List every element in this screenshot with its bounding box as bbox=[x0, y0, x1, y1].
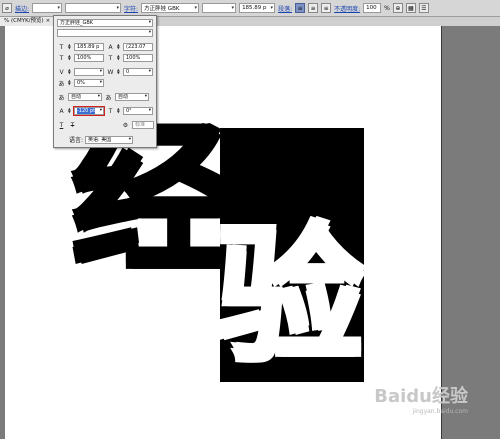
font-size-text: 185.89 p bbox=[242, 5, 267, 11]
disabled-field: 标准 bbox=[132, 121, 154, 129]
opacity-label[interactable]: 不透明度: bbox=[334, 4, 360, 13]
vertical-scale-text: 100% bbox=[77, 55, 92, 61]
tracking-icon: W bbox=[107, 68, 114, 76]
language-field[interactable]: 英语: 美国 ▾ bbox=[85, 135, 134, 144]
kerning-spinner[interactable]: ▲ ▼ bbox=[68, 68, 72, 75]
brush-field[interactable]: ▾ bbox=[65, 3, 122, 13]
aki-right-field[interactable]: 自动 ▾ bbox=[115, 93, 149, 101]
watermark: Baidu经验 jingyan.baidu.com bbox=[374, 382, 468, 415]
percent-sign: % bbox=[384, 4, 390, 12]
text-char-yan[interactable]: 验 bbox=[216, 222, 364, 370]
leading-text: (223.07 bbox=[126, 44, 146, 50]
opacity-field[interactable]: 100 bbox=[363, 3, 382, 13]
language-text: 英语: 美国 bbox=[88, 136, 112, 143]
panel-font-family-text: 方正胖娃_GBK bbox=[60, 20, 94, 26]
tracking-spinner[interactable]: ▲ ▼ bbox=[117, 68, 121, 75]
tsume-icon: あ bbox=[58, 80, 65, 88]
panel-font-size-field[interactable]: 185.89 p bbox=[74, 43, 104, 51]
rotation-icon: T bbox=[108, 107, 113, 115]
kerning-icon: V bbox=[59, 68, 64, 76]
vertical-scale-icon: T bbox=[59, 54, 64, 62]
font-name-text: 方正胖娃 GBK bbox=[144, 6, 180, 12]
kerning-field[interactable]: ▾ bbox=[74, 68, 104, 76]
character-panel: 方正胖娃_GBK ▾ ▾ T ▲ ▼ 185.89 p A ▲ ▼ (223.07 T… bbox=[53, 15, 157, 148]
rotation-text: 0° bbox=[126, 108, 132, 114]
watermark-sub: jingyan.baidu.com bbox=[412, 408, 468, 415]
panel-font-style-field[interactable]: ▾ bbox=[57, 29, 153, 37]
horizontal-scale-field[interactable]: 100% bbox=[123, 54, 153, 62]
disabled-text: 标准 bbox=[135, 122, 146, 128]
align-right-icon[interactable]: ≡ bbox=[321, 3, 332, 13]
baseline-shift-field[interactable]: -120 pt ▾ bbox=[73, 106, 105, 116]
leading-field[interactable]: (223.07 bbox=[123, 43, 153, 51]
tracking-field[interactable]: 0 ▾ bbox=[123, 68, 153, 76]
underline-icon[interactable]: T bbox=[57, 121, 66, 129]
opacity-value: 100 bbox=[366, 5, 377, 11]
stroke-label[interactable]: 描边: bbox=[15, 4, 29, 13]
tab-title: % (CMYK/预览) bbox=[4, 18, 44, 24]
font-size-spinner[interactable]: ▲ ▼ bbox=[68, 43, 72, 50]
document-tab[interactable]: % (CMYK/预览) × bbox=[0, 17, 56, 26]
grid-icon[interactable]: ▦ bbox=[405, 3, 416, 13]
horizontal-scale-icon: T bbox=[108, 54, 113, 62]
transform-icon[interactable]: ⊕ bbox=[392, 3, 403, 13]
language-label: 语言: bbox=[69, 137, 84, 144]
tsume-field[interactable]: 0% ▾ bbox=[74, 79, 104, 87]
vertical-scale-spinner[interactable]: ▲ ▼ bbox=[68, 54, 72, 61]
align-left-icon[interactable]: ≡ bbox=[295, 3, 306, 13]
panel-font-size-text: 185.89 p bbox=[77, 44, 100, 50]
align-center-icon[interactable]: ≡ bbox=[308, 3, 319, 13]
rotation-field[interactable]: 0° ▾ bbox=[123, 107, 153, 115]
stroke-weight-field[interactable]: ▾ bbox=[32, 3, 63, 13]
aki-right-icon: あ bbox=[105, 94, 112, 102]
tracking-text: 0 bbox=[126, 69, 130, 75]
panel-font-family-field[interactable]: 方正胖娃_GBK ▾ bbox=[57, 19, 153, 27]
tsume-text: 0% bbox=[77, 80, 85, 86]
baseline-shift-spinner[interactable]: ▲ ▼ bbox=[68, 107, 72, 114]
font-style-field[interactable]: ▾ bbox=[202, 3, 237, 13]
stroke-swatch-icon[interactable]: ⌀ bbox=[2, 3, 12, 13]
font-size-field[interactable]: 185.89 p ▾ bbox=[239, 3, 276, 13]
strikethrough-icon[interactable]: T bbox=[68, 121, 77, 129]
rotation-spinner[interactable]: ▲ ▼ bbox=[117, 107, 121, 114]
horizontal-scale-spinner[interactable]: ▲ ▼ bbox=[117, 54, 121, 61]
font-size-icon: T bbox=[59, 43, 64, 51]
horizontal-scale-text: 100% bbox=[126, 55, 141, 61]
watermark-main: Baidu经验 bbox=[374, 386, 468, 407]
leading-icon: A bbox=[108, 43, 113, 51]
aki-right-text: 自动 bbox=[118, 94, 129, 100]
char-label[interactable]: 字符: bbox=[124, 4, 138, 13]
baseline-shift-text: -120 pt bbox=[77, 108, 96, 114]
tsume-spinner[interactable]: ▲ ▼ bbox=[68, 79, 72, 86]
menu-icon[interactable]: ☰ bbox=[418, 3, 429, 13]
close-tab-icon[interactable]: × bbox=[46, 18, 51, 24]
aki-left-icon: あ bbox=[58, 94, 65, 102]
font-family-field[interactable]: 方正胖娃 GBK ▾ bbox=[141, 3, 200, 13]
gear-icon: ⚙ bbox=[122, 121, 129, 129]
vertical-scale-field[interactable]: 100% bbox=[74, 54, 104, 62]
baseline-shift-icon: A bbox=[59, 107, 64, 115]
leading-spinner[interactable]: ▲ ▼ bbox=[117, 43, 121, 50]
aki-left-field[interactable]: 自动 ▾ bbox=[68, 93, 102, 101]
aki-left-text: 自动 bbox=[71, 94, 82, 100]
paragraph-label[interactable]: 段落: bbox=[278, 4, 292, 13]
artboard-edge bbox=[441, 26, 442, 439]
